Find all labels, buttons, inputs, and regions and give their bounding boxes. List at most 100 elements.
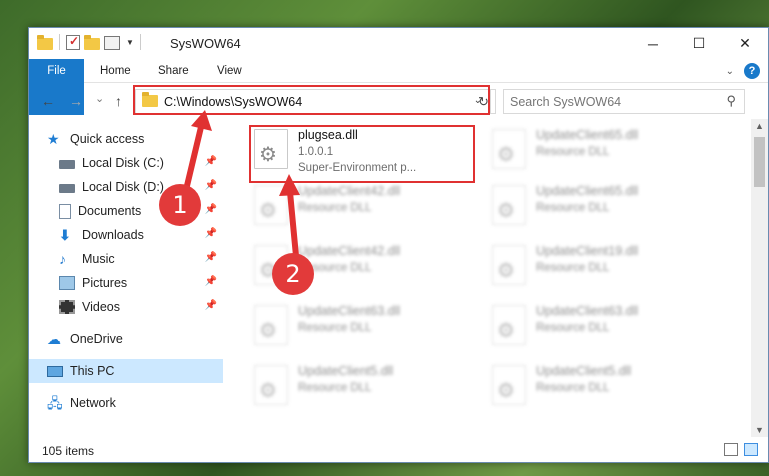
minimize-button[interactable]: ─ [630, 28, 676, 59]
sidebar-item-label: Local Disk (C:) [82, 156, 164, 170]
details-view-button[interactable] [724, 443, 738, 456]
computer-icon [47, 365, 63, 377]
sidebar-item-local-disk-c[interactable]: Local Disk (C:) 📌 [59, 151, 223, 175]
pin-icon[interactable]: 📌 [205, 276, 217, 287]
sidebar-item-label: This PC [70, 364, 115, 378]
file-type: Resource DLL [536, 202, 610, 214]
documents-icon [59, 203, 71, 219]
toolbar-divider [59, 34, 60, 50]
large-icons-view-button[interactable] [744, 443, 758, 456]
sidebar-item-label: Documents [78, 204, 142, 218]
dll-file-icon: ⚙ [254, 365, 288, 405]
pin-icon[interactable]: 📌 [205, 252, 217, 263]
sidebar-item-downloads[interactable]: ⬇ Downloads 📌 [59, 223, 223, 247]
scroll-down-icon[interactable]: ▼ [755, 425, 764, 435]
file-highlight [249, 125, 475, 183]
gear-icon: ⚙ [497, 144, 515, 166]
search-icon[interactable]: ⚲ [726, 93, 736, 109]
file-type: Resource DLL [298, 382, 372, 394]
dll-file-icon: ⚙ [492, 245, 526, 285]
gear-icon: ⚙ [497, 260, 515, 282]
gear-icon: ⚙ [497, 380, 515, 402]
file-name: UpdateClient42.dll [298, 244, 401, 258]
gear-icon: ⚙ [497, 320, 515, 342]
search-box[interactable]: ⚲ [503, 89, 745, 114]
dll-file-icon: ⚙ [492, 365, 526, 405]
pin-icon[interactable]: 📌 [205, 180, 217, 191]
file-item[interactable]: ⚙ UpdateClient63.dll Resource DLL [244, 301, 474, 357]
properties-check-icon[interactable] [66, 34, 80, 50]
sidebar-item-pictures[interactable]: Pictures 📌 [59, 271, 223, 295]
dll-file-icon: ⚙ [254, 185, 288, 225]
disk-icon [59, 160, 75, 169]
pin-icon[interactable]: 📌 [205, 228, 217, 239]
sidebar-item-label: OneDrive [70, 332, 123, 346]
file-name: UpdateClient42.dll [298, 184, 401, 198]
folder-icon [37, 34, 53, 50]
sidebar-item-onedrive[interactable]: ☁ OneDrive [47, 327, 241, 351]
title-bar: ▼ SysWOW64 ─ ☐ ✕ [29, 28, 768, 59]
network-icon: 🖧 [47, 395, 63, 411]
tab-home[interactable]: Home [100, 59, 131, 83]
file-type: Resource DLL [298, 202, 372, 214]
dll-file-icon: ⚙ [492, 185, 526, 225]
gear-icon: ⚙ [259, 320, 277, 342]
sidebar-item-quick-access[interactable]: ★ Quick access [47, 127, 241, 151]
sidebar-item-label: Pictures [82, 276, 128, 290]
file-type: Resource DLL [536, 382, 610, 394]
pictures-icon [59, 276, 75, 290]
sidebar-item-music[interactable]: ♪ Music 📌 [59, 247, 223, 271]
file-name: UpdateClient63.dll [536, 304, 639, 318]
up-button[interactable]: ↑ [115, 93, 122, 109]
file-item[interactable]: ⚙ UpdateClient65.dll Resource DLL [482, 181, 712, 237]
step-2-badge: 2 [272, 253, 314, 295]
search-input[interactable] [510, 90, 710, 113]
file-item[interactable]: ⚙ UpdateClient5.dll Resource DLL [482, 361, 712, 417]
tab-view[interactable]: View [217, 59, 242, 83]
ribbon: File Home Share View ⌄ ? [29, 59, 768, 115]
dll-file-icon: ⚙ [254, 305, 288, 345]
sidebar-item-network[interactable]: 🖧 Network [47, 391, 241, 415]
window-title: SysWOW64 [170, 36, 241, 51]
address-bar-highlight [133, 85, 490, 115]
step-1-badge: 1 [159, 184, 201, 226]
dll-file-icon: ⚙ [492, 129, 526, 169]
back-button[interactable]: ← [41, 93, 55, 109]
file-type: Resource DLL [536, 322, 610, 334]
file-name: UpdateClient65.dll [536, 128, 639, 142]
expand-ribbon-icon[interactable]: ⌄ [726, 66, 734, 77]
tab-share[interactable]: Share [158, 59, 189, 83]
help-icon[interactable]: ? [744, 63, 760, 79]
file-type: Resource DLL [536, 262, 610, 274]
vertical-scrollbar[interactable]: ▲ ▼ [751, 119, 768, 437]
sidebar-item-label: Network [70, 396, 116, 410]
file-name: UpdateClient19.dll [536, 244, 639, 258]
file-item[interactable]: ⚙ UpdateClient19.dll Resource DLL [482, 241, 712, 297]
sidebar-item-this-pc[interactable]: This PC [29, 359, 223, 383]
properties-icon[interactable] [104, 36, 120, 50]
customize-toolbar-icon[interactable]: ▼ [126, 38, 134, 47]
toolbar-divider [139, 34, 141, 50]
cloud-icon: ☁ [47, 331, 61, 347]
forward-button[interactable]: → [69, 93, 83, 109]
status-bar: 105 items [29, 437, 768, 463]
maximize-button[interactable]: ☐ [676, 28, 722, 59]
file-item[interactable]: ⚙ UpdateClient42.dll Resource DLL [244, 181, 474, 237]
recent-locations-button[interactable]: ⌄ [95, 92, 104, 105]
new-folder-icon[interactable] [84, 34, 100, 50]
scrollbar-thumb[interactable] [754, 137, 765, 187]
pin-icon[interactable]: 📌 [205, 204, 217, 215]
pin-icon[interactable]: 📌 [205, 300, 217, 311]
star-icon: ★ [47, 131, 60, 147]
item-count: 105 items [42, 444, 95, 458]
file-item[interactable]: ⚙ UpdateClient65.dll Resource DLL [482, 125, 712, 181]
file-name: UpdateClient63.dll [298, 304, 401, 318]
file-item[interactable]: ⚙ UpdateClient63.dll Resource DLL [482, 301, 712, 357]
sidebar-item-videos[interactable]: Videos 📌 [59, 295, 223, 319]
gear-icon: ⚙ [259, 380, 277, 402]
pin-icon[interactable]: 📌 [205, 156, 217, 167]
scroll-up-icon[interactable]: ▲ [755, 121, 764, 131]
file-item[interactable]: ⚙ UpdateClient5.dll Resource DLL [244, 361, 474, 417]
dll-file-icon: ⚙ [492, 305, 526, 345]
close-button[interactable]: ✕ [722, 28, 768, 59]
